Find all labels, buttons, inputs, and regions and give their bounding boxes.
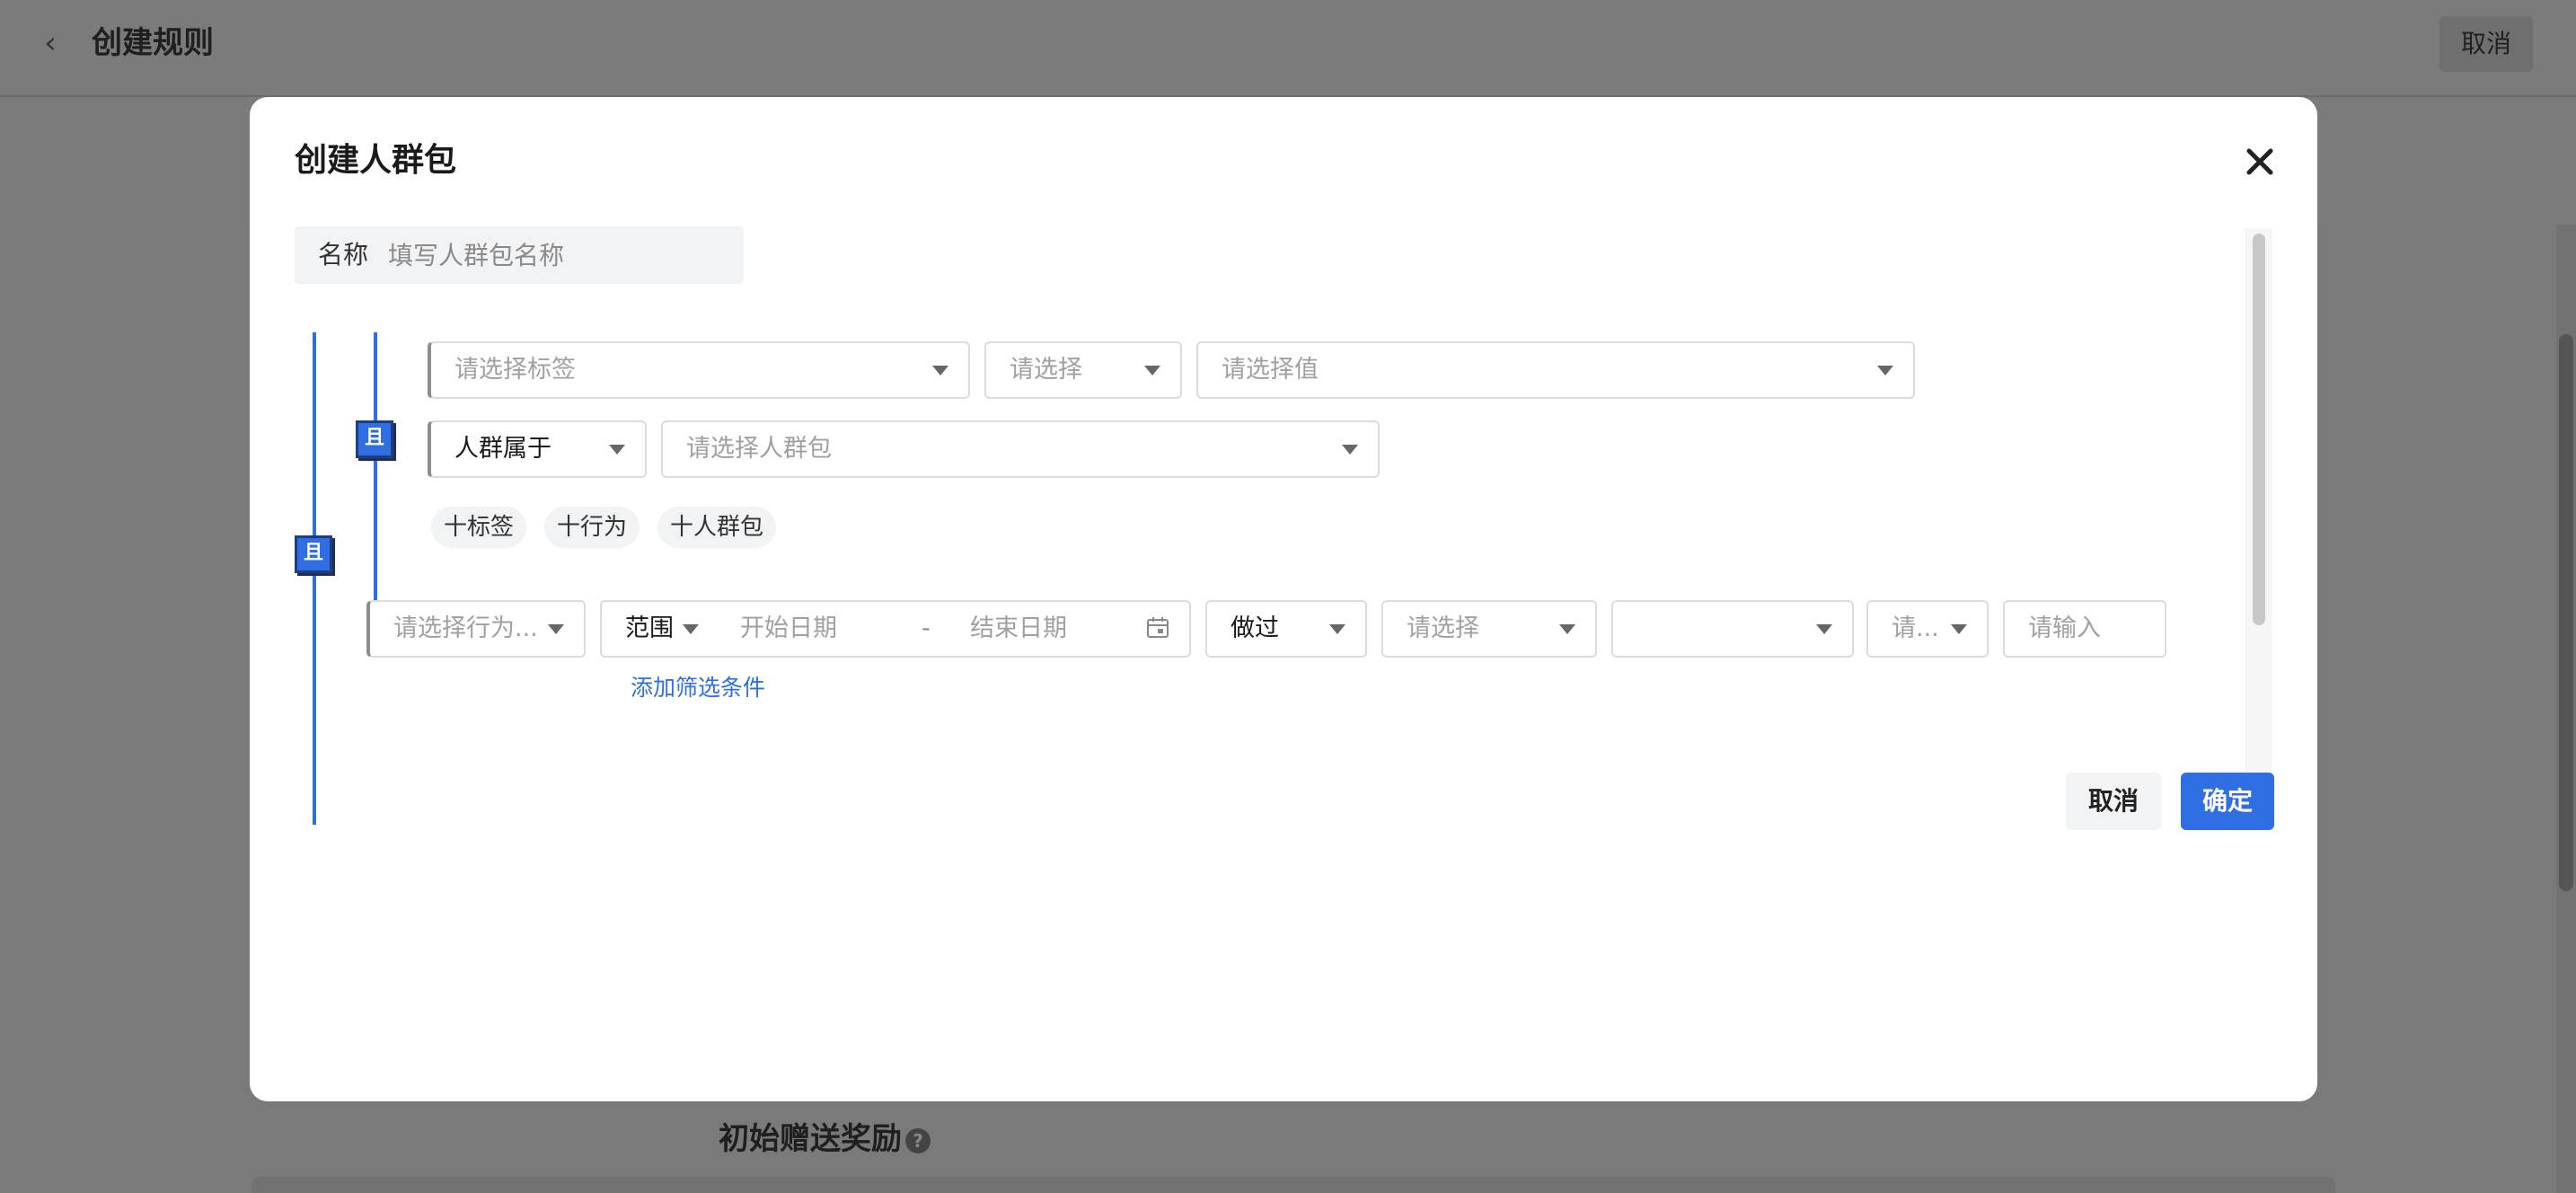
- attribute-select-placeholder: 请选择: [1407, 614, 1479, 642]
- name-input[interactable]: [388, 226, 729, 284]
- add-tag-button[interactable]: 十标签: [431, 507, 527, 548]
- behavior-select[interactable]: 请选择行为...: [366, 600, 586, 658]
- caret-down-icon: [1951, 624, 1967, 634]
- value-select-placeholder: 请选择值: [1222, 356, 1319, 384]
- value-select[interactable]: 请选择值: [1196, 341, 1915, 399]
- name-label: 名称: [318, 240, 369, 270]
- page-scrollbar-thumb[interactable]: [2559, 334, 2573, 891]
- section-card: [251, 1177, 2335, 1193]
- confirm-button[interactable]: 确定: [2181, 773, 2274, 830]
- behavior-select-placeholder: 请选择行为...: [393, 614, 538, 642]
- range-select-value: 范围: [625, 614, 674, 642]
- date-range-picker[interactable]: 开始日期 - 结束日期: [719, 600, 1191, 658]
- create-crowd-modal: 创建人群包 名称 且 且 请选择标签 请选择 请选择值 人群属于 请选择人群包 …: [250, 97, 2317, 1101]
- page-cancel-button[interactable]: 取消: [2439, 16, 2533, 72]
- did-select-value: 做过: [1231, 614, 1279, 642]
- crowd-condition-select[interactable]: 人群属于: [428, 420, 647, 478]
- did-select[interactable]: 做过: [1205, 600, 1367, 658]
- section-title-text: 初始赠送奖励: [719, 1121, 902, 1157]
- question-circle-icon[interactable]: ?: [905, 1127, 931, 1153]
- name-field: 名称: [295, 226, 744, 284]
- inner-logic-line: [374, 332, 377, 643]
- caret-down-icon: [683, 624, 699, 634]
- inner-and-badge[interactable]: 且: [356, 420, 393, 458]
- value-input-placeholder: 请输入: [2028, 614, 2101, 642]
- value-input[interactable]: 请输入: [2003, 600, 2166, 658]
- chevron-left-icon[interactable]: ‹: [32, 25, 68, 61]
- range-select[interactable]: 范围: [600, 600, 720, 658]
- operator-select[interactable]: 请选择: [984, 341, 1182, 399]
- caret-down-icon: [1877, 366, 1893, 376]
- caret-down-icon: [1559, 624, 1575, 634]
- compare-select-placeholder: 请...: [1892, 614, 1939, 642]
- modal-title: 创建人群包: [295, 142, 457, 179]
- crowd-select-placeholder: 请选择人群包: [686, 435, 832, 463]
- add-filter-link[interactable]: 添加筛选条件: [631, 672, 765, 704]
- caret-down-icon: [1144, 366, 1160, 376]
- modal-scrollbar-thumb[interactable]: [2253, 234, 2265, 625]
- close-icon[interactable]: [2238, 140, 2281, 183]
- caret-down-icon: [1816, 624, 1832, 634]
- outer-and-badge[interactable]: 且: [295, 535, 332, 573]
- date-separator: -: [922, 614, 931, 642]
- page-title: 创建规则: [92, 25, 214, 61]
- operator-select-placeholder: 请选择: [1010, 356, 1082, 384]
- crowd-condition-value: 人群属于: [454, 435, 551, 463]
- calendar-icon[interactable]: [1146, 616, 1169, 640]
- section-title: 初始赠送奖励?: [719, 1112, 931, 1166]
- caret-down-icon: [932, 366, 948, 376]
- attribute-select[interactable]: 请选择: [1381, 600, 1597, 658]
- caret-down-icon: [548, 624, 564, 634]
- start-date-input[interactable]: 开始日期: [740, 602, 837, 656]
- add-behavior-button[interactable]: 十行为: [544, 507, 640, 548]
- crowd-select[interactable]: 请选择人群包: [661, 420, 1380, 478]
- tag-select[interactable]: 请选择标签: [428, 341, 970, 399]
- caret-down-icon: [609, 445, 625, 455]
- caret-down-icon: [1329, 624, 1345, 634]
- add-crowd-button[interactable]: 十人群包: [657, 507, 777, 548]
- tag-select-placeholder: 请选择标签: [454, 356, 576, 384]
- caret-down-icon: [1342, 445, 1358, 455]
- end-date-input[interactable]: 结束日期: [970, 602, 1067, 656]
- condition-select[interactable]: [1611, 600, 1854, 658]
- cancel-button[interactable]: 取消: [2066, 773, 2161, 830]
- page-header: ‹ 创建规则 取消: [0, 0, 2576, 97]
- outer-logic-line: [313, 332, 316, 825]
- compare-select[interactable]: 请...: [1866, 600, 1989, 658]
